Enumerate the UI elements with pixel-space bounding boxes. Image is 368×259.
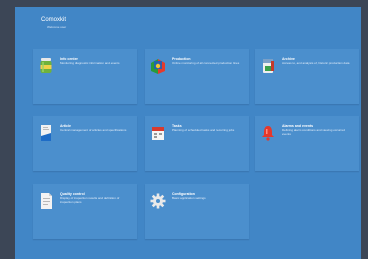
- main-panel: Comoxkit Welcome user Info center Monito…: [15, 7, 361, 259]
- app-subtitle: Welcome user: [47, 25, 67, 29]
- tile-description: Basic application settings: [172, 196, 206, 200]
- tile-description: Display of inspection results and defini…: [60, 196, 120, 204]
- document-icon: [41, 193, 52, 209]
- tile-article[interactable]: Article Central management of articles a…: [33, 116, 137, 171]
- tile-info-center[interactable]: Info center Monitoring diagnostic inform…: [33, 49, 137, 104]
- article-icon: [41, 125, 51, 141]
- gear-icon: [150, 193, 166, 209]
- tile-production[interactable]: Production Online monitoring of all conn…: [145, 49, 249, 104]
- app-title: Comoxkit: [41, 17, 67, 23]
- tile-alarms-and-events[interactable]: Alarms and events Defining alarm conditi…: [255, 116, 359, 171]
- tile-description: Defining alarm conditions and viewing oc…: [282, 128, 345, 136]
- production-icon: [151, 59, 165, 74]
- tile-archive[interactable]: Archive Access to, and analysis of, hist…: [255, 49, 359, 104]
- tile-quality-control[interactable]: Quality control Display of inspection re…: [33, 184, 137, 239]
- calendar-icon: [152, 127, 164, 140]
- tile-description: Central management of articles and speci…: [60, 128, 127, 132]
- jar-icon: [40, 58, 52, 73]
- tile-description: Access to, and analysis of, historic pro…: [282, 61, 350, 65]
- archive-icon: [263, 59, 274, 73]
- tile-configuration[interactable]: Configuration Basic application settings: [145, 184, 249, 239]
- tile-description: Monitoring diagnostic information and ev…: [60, 61, 120, 65]
- alarm-icon: [262, 126, 274, 141]
- tile-tasks[interactable]: Tasks Planning of scheduled tasks and re…: [145, 116, 249, 171]
- tile-description: Planning of scheduled tasks and recurrin…: [172, 128, 235, 132]
- tile-description: Online monitoring of all connected produ…: [172, 61, 240, 65]
